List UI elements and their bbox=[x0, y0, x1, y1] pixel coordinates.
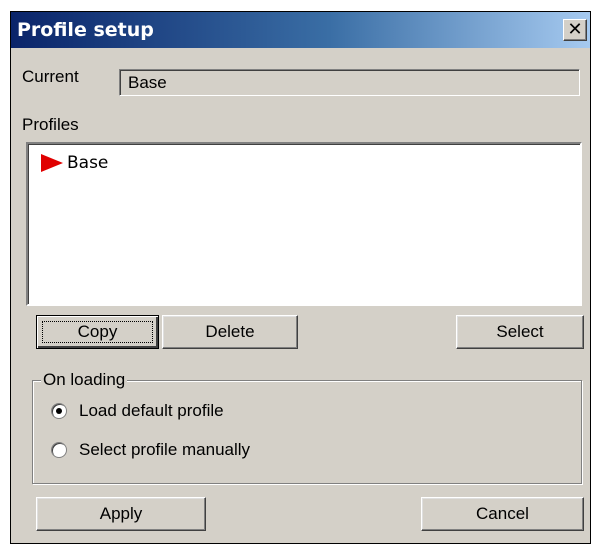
copy-button[interactable]: Copy bbox=[36, 315, 159, 349]
profiles-list[interactable]: Base bbox=[26, 142, 582, 306]
on-loading-title: On loading bbox=[41, 370, 128, 390]
dialog-title: Profile setup bbox=[17, 19, 154, 41]
radio-dot-icon bbox=[56, 408, 62, 414]
select-profile-manually-label: Select profile manually bbox=[79, 440, 251, 459]
list-item-label: Base bbox=[67, 153, 109, 173]
select-button[interactable]: Select bbox=[456, 315, 584, 349]
delete-button-label: Delete bbox=[205, 322, 255, 341]
current-profile-field: Base bbox=[119, 69, 580, 96]
radio-button-selected[interactable] bbox=[51, 403, 67, 419]
load-default-profile-label: Load default profile bbox=[79, 401, 224, 420]
red-flag-icon bbox=[41, 154, 63, 172]
cancel-button[interactable]: Cancel bbox=[421, 497, 584, 531]
profiles-label: Profiles bbox=[22, 115, 79, 134]
apply-button-label: Apply bbox=[99, 504, 143, 523]
select-button-label: Select bbox=[496, 322, 544, 341]
on-loading-group: On loading Load default profile Select p… bbox=[32, 370, 582, 484]
current-label: Current bbox=[22, 67, 79, 86]
apply-button[interactable]: Apply bbox=[36, 497, 206, 531]
profile-setup-dialog: Profile setup ✕ Current Base Profiles Ba… bbox=[10, 11, 591, 544]
radio-button[interactable] bbox=[51, 442, 67, 458]
cancel-button-label: Cancel bbox=[476, 504, 529, 523]
close-icon: ✕ bbox=[567, 19, 583, 40]
delete-button[interactable]: Delete bbox=[162, 315, 298, 349]
title-bar[interactable]: Profile setup ✕ bbox=[11, 12, 590, 48]
close-button[interactable]: ✕ bbox=[563, 19, 587, 41]
copy-button-label: Copy bbox=[77, 322, 118, 341]
current-profile-value: Base bbox=[128, 73, 167, 92]
